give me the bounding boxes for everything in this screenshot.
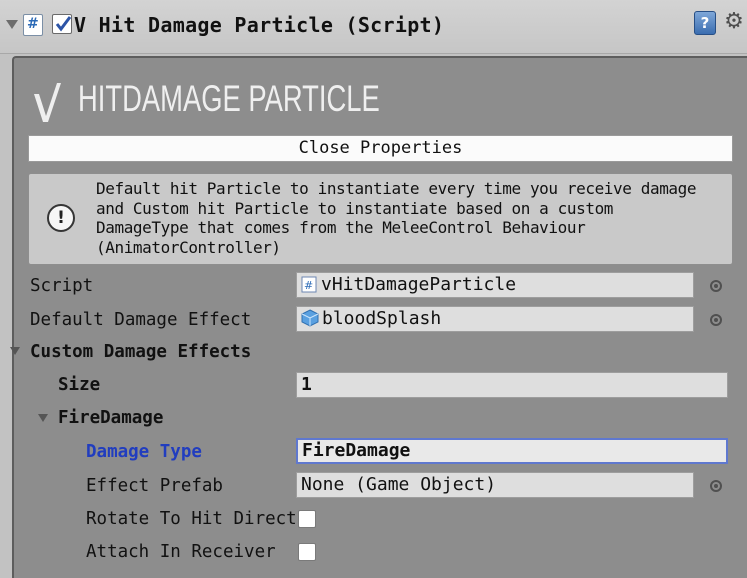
info-icon: ! <box>47 204 75 232</box>
help-icon[interactable]: ? <box>694 11 716 35</box>
object-picker-icon[interactable] <box>710 480 722 492</box>
size-field[interactable]: 1 <box>296 372 728 398</box>
invector-logo-icon <box>34 83 61 122</box>
effect-prefab-label: Effect Prefab <box>86 476 223 496</box>
script-file-icon: # <box>301 276 317 293</box>
svg-text:#: # <box>304 279 313 292</box>
enable-component-checkbox[interactable] <box>52 14 72 34</box>
object-picker-icon[interactable] <box>710 314 722 326</box>
component-title: V Hit Damage Particle (Script) <box>74 13 445 37</box>
default-damage-effect-label: Default Damage Effect <box>30 310 252 330</box>
damage-type-label: Damage Type <box>86 442 202 462</box>
fire-damage-element-foldout[interactable]: FireDamage <box>58 408 163 428</box>
damage-type-input[interactable]: FireDamage <box>296 438 728 464</box>
script-icon <box>23 14 43 36</box>
close-properties-button[interactable]: Close Properties <box>28 135 733 162</box>
checkmark-icon <box>55 16 72 32</box>
component-header: V Hit Damage Particle (Script) ? ⚙ <box>0 0 747 54</box>
foldout-arrow-icon[interactable] <box>6 20 18 29</box>
default-damage-effect-field[interactable]: bloodSplash <box>296 306 694 332</box>
script-value: vHitDamageParticle <box>321 274 517 295</box>
help-text: Default hit Particle to instantiate ever… <box>96 179 697 257</box>
prefab-cube-icon <box>301 309 319 327</box>
gear-icon[interactable]: ⚙ <box>722 10 746 34</box>
rotate-to-hit-direction-label: Rotate To Hit Direct <box>86 509 297 529</box>
script-field[interactable]: # vHitDamageParticle <box>296 272 694 298</box>
effect-prefab-field[interactable]: None (Game Object) <box>296 472 694 498</box>
attach-in-receiver-label: Attach In Receiver <box>86 542 276 562</box>
default-damage-effect-value: bloodSplash <box>322 308 442 329</box>
rotate-to-hit-direction-checkbox[interactable] <box>298 510 316 528</box>
banner-title: HITDAMAGE PARTICLE <box>78 78 380 119</box>
object-picker-icon[interactable] <box>710 280 722 292</box>
custom-effects-foldout-icon[interactable] <box>10 347 20 355</box>
size-label: Size <box>58 375 101 395</box>
help-box: ! Default hit Particle to instantiate ev… <box>28 173 733 265</box>
attach-in-receiver-checkbox[interactable] <box>298 543 316 561</box>
element-foldout-icon[interactable] <box>38 414 48 422</box>
script-label: Script <box>30 276 94 296</box>
custom-damage-effects-foldout[interactable]: Custom Damage Effects <box>30 342 251 362</box>
